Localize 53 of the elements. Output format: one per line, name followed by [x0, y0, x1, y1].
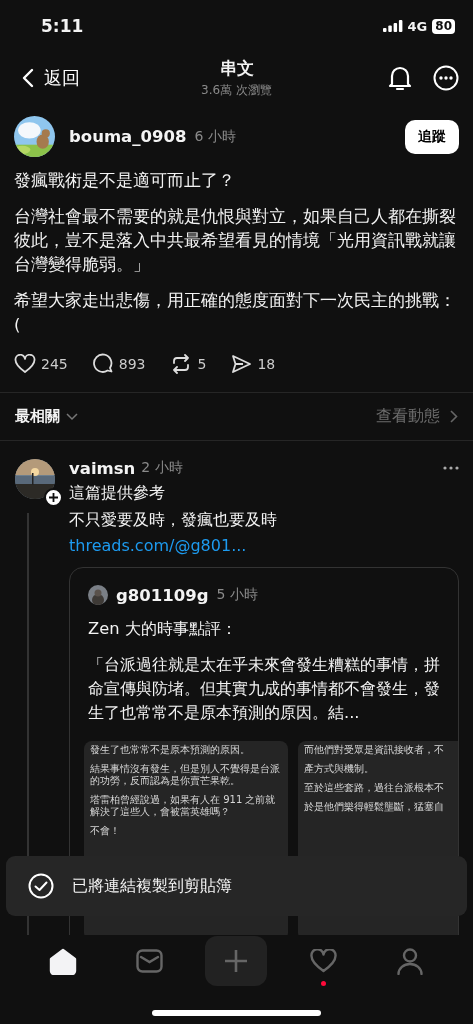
sort-dropdown[interactable]: 最相關	[15, 407, 78, 426]
screenshot-text: 發生了也常常不是原本預測的原因。	[90, 744, 251, 756]
username[interactable]: bouma_0908	[69, 127, 187, 146]
post-text: 台灣社會最不需要的就是仇恨與對立，如果自己人都在撕裂彼此，豈不是落入中共最希望看見的情境「光用資訊戰就讓台灣變得脆弱。」	[14, 206, 457, 276]
profile-icon	[396, 947, 423, 975]
battery-indicator: 80	[432, 18, 455, 34]
screenshot-text: 結果事情沒有發生，但是別人不覺得是台派的功勞，反而認為是你賣芒果乾。	[90, 763, 281, 787]
quoted-text: Zen 大的時事點評：	[88, 618, 238, 640]
signal-icon	[382, 20, 403, 32]
action-count: 18	[257, 355, 276, 372]
screenshot-text: 至於這些套路，過往台派根本不	[304, 782, 445, 794]
check-icon	[28, 873, 54, 899]
comment-icon[interactable]	[92, 353, 114, 374]
plus-icon	[224, 949, 249, 973]
reply-text: 這篇提供參考	[69, 483, 166, 504]
screenshot-text: 而他們對受眾是資訊接收者，不	[304, 744, 445, 756]
network-label: 4G	[407, 18, 428, 34]
mail-icon	[136, 949, 164, 973]
post-text: 希望大家走出悲傷，用正確的態度面對下一次民主的挑戰：(	[14, 290, 457, 336]
action-count: 5	[197, 355, 207, 372]
bell-icon[interactable]	[387, 64, 413, 92]
screenshot-text: 不會！	[90, 825, 121, 837]
more-icon[interactable]	[433, 65, 459, 91]
share-icon[interactable]	[231, 353, 253, 374]
action-count: 245	[41, 355, 68, 372]
status-time: 5:11	[41, 16, 84, 36]
heart-icon[interactable]	[14, 353, 36, 374]
heart-icon	[309, 949, 337, 973]
reply-time: 2 小時	[141, 459, 183, 477]
thread-link[interactable]: threads.com/@g801...	[69, 536, 247, 555]
screenshot-text: 產方式與機制。	[304, 763, 375, 775]
action-count: 893	[118, 355, 146, 372]
reply-text: 不只愛要及時，發瘋也要及時	[69, 510, 278, 531]
quoted-time: 5 小時	[216, 586, 258, 604]
follow-button[interactable]: 追蹤	[405, 119, 459, 154]
post-text: 發瘋戰術是不是適可而止了？	[14, 170, 236, 192]
view-count: 3.6萬 次瀏覽	[201, 82, 272, 99]
screenshot-text: 於是他們樂得輕鬆壟斷，猛塞自	[304, 801, 445, 813]
chevron-right-icon	[450, 410, 458, 423]
quoted-username[interactable]: g801109g	[116, 585, 209, 605]
add-follow-icon[interactable]	[43, 488, 63, 507]
username[interactable]: vaimsn	[69, 458, 136, 478]
chevron-down-icon	[66, 412, 78, 421]
screenshot-text: 塔雷柏曾經說過，如果有人在 911 之前就解決了這些人，會被當英雄嗎？	[90, 794, 277, 818]
back-button[interactable]: 返回	[22, 66, 80, 90]
home-icon	[49, 947, 78, 975]
post-time: 6 小時	[194, 127, 236, 146]
view-activity-link[interactable]: 查看動態	[376, 406, 458, 427]
page-title: 串文	[219, 57, 254, 80]
more-icon[interactable]	[443, 466, 459, 470]
quoted-text: 「台派過往就是太在乎未來會發生糟糕的事情，拼命宣傳與防堵。但其實九成的事情都不會發生，發生了也常常不是原本預測的原因。結...	[88, 654, 441, 724]
create-tab[interactable]	[205, 936, 268, 986]
back-icon	[22, 68, 34, 88]
